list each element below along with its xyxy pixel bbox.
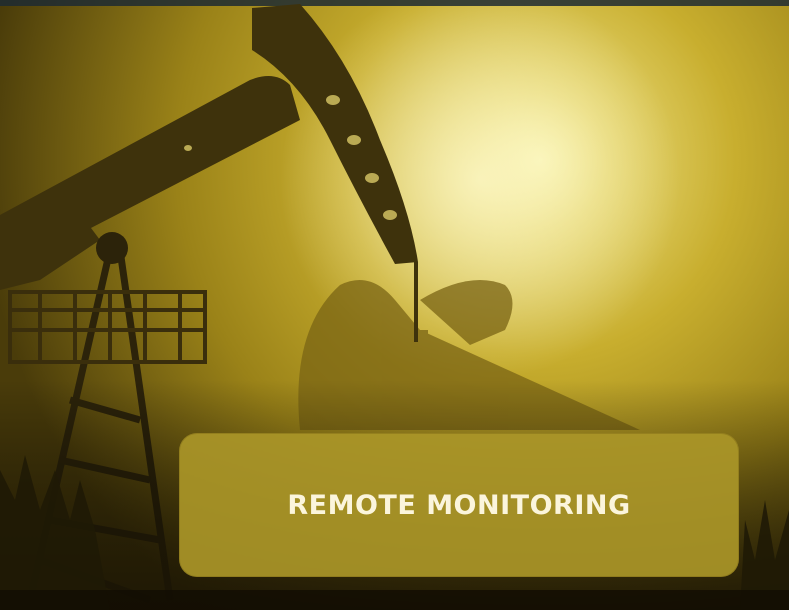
banner-label: REMOTE MONITORING <box>287 489 631 521</box>
remote-monitoring-banner[interactable]: REMOTE MONITORING <box>179 433 739 577</box>
hero-tile[interactable]: REMOTE MONITORING <box>0 0 789 610</box>
